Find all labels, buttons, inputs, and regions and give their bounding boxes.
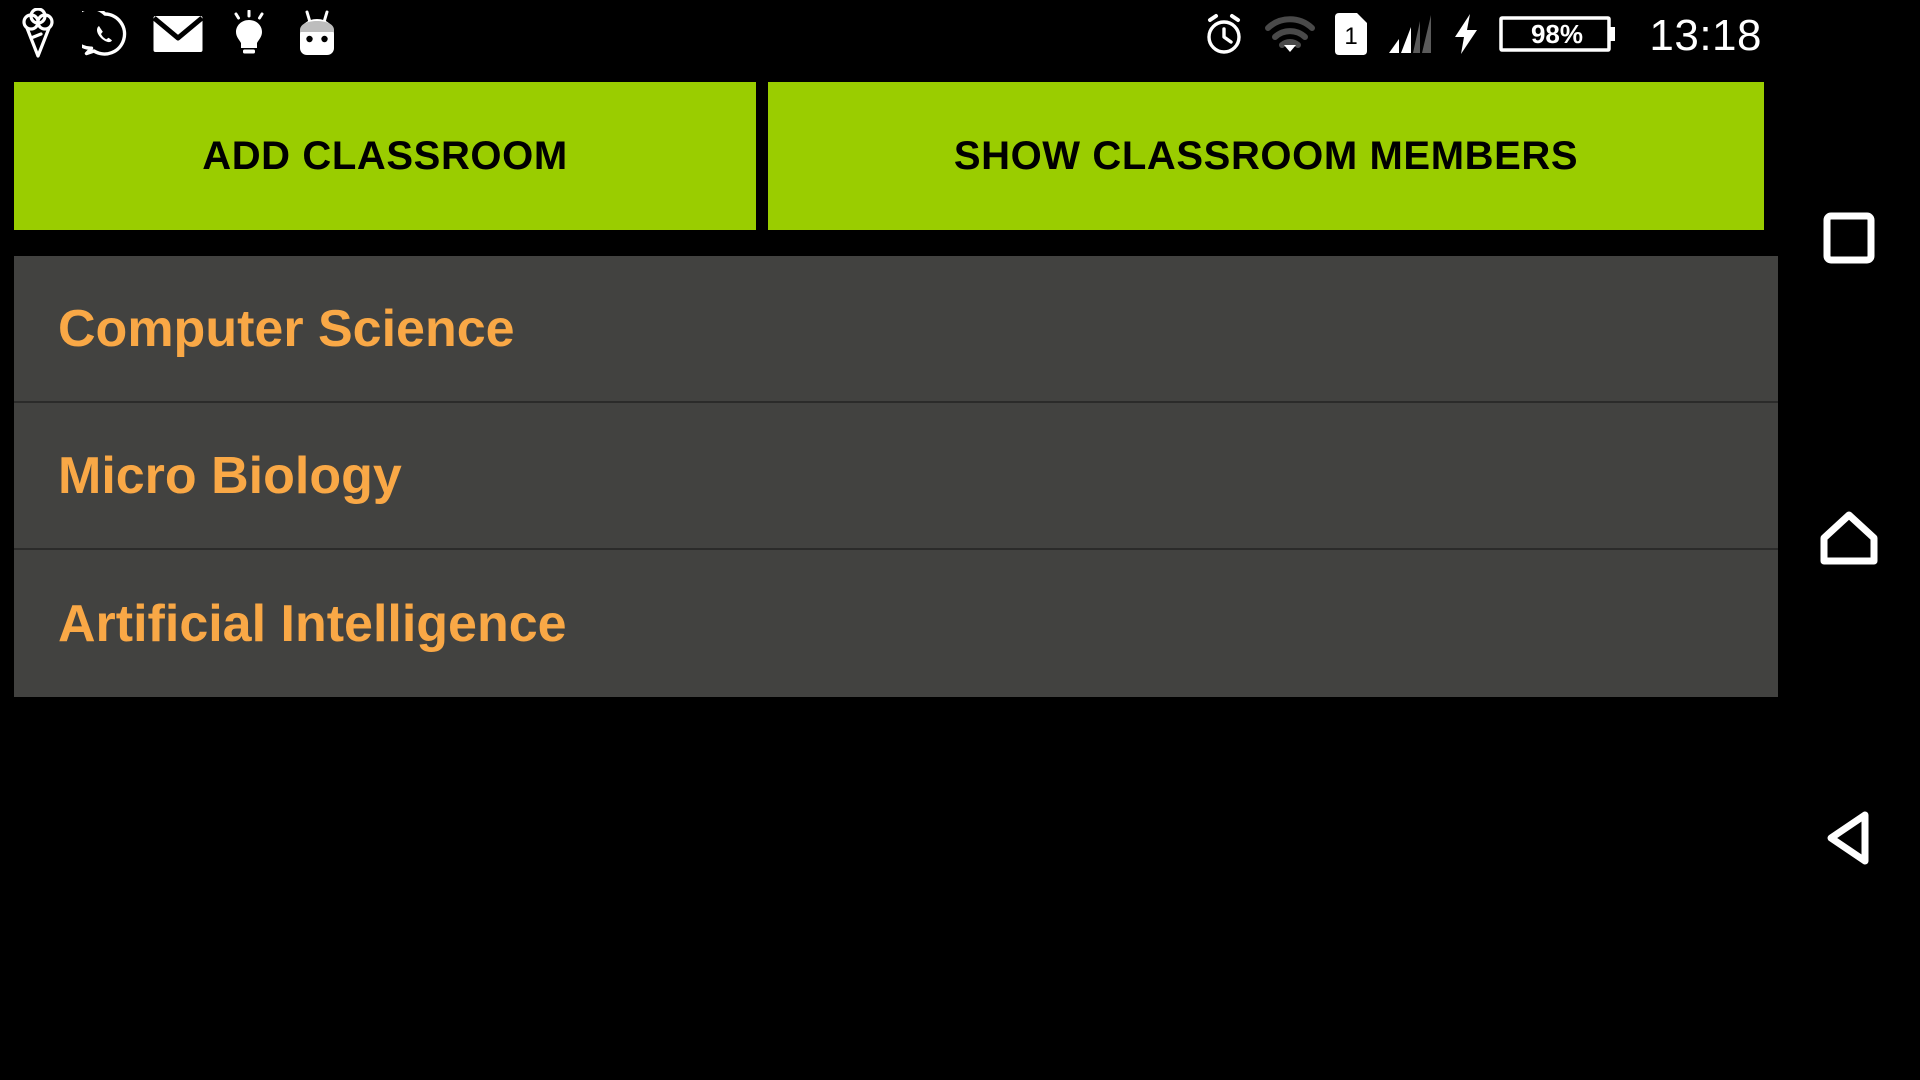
classroom-name-label: Computer Science [58,299,515,358]
action-button-row: ADD CLASSROOM SHOW CLASSROOM MEMBERS [0,82,1778,230]
show-classroom-members-button[interactable]: SHOW CLASSROOM MEMBERS [768,82,1764,230]
lightbulb-icon [228,9,270,63]
status-bar-system-icons: 1 98% 13:18 [1201,0,1762,72]
status-bar-clock: 13:18 [1649,11,1762,60]
whatsapp-icon [69,6,128,62]
recents-button[interactable] [1809,200,1889,280]
cellular-signal-icon [1387,13,1433,60]
status-bar-notifications [0,6,340,65]
email-icon [152,14,204,59]
home-button[interactable] [1809,500,1889,580]
battery-percent-label: 98% [1531,19,1583,49]
classroom-list: Computer Science Micro Biology Artificia… [14,256,1778,697]
home-icon [1819,510,1879,571]
classroom-name-label: Micro Biology [58,446,402,505]
alarm-clock-icon [1201,11,1247,62]
battery-icon: 98% [1499,12,1617,61]
sim-card-icon: 1 [1333,11,1369,62]
classroom-list-item[interactable]: Artificial Intelligence [14,550,1778,697]
sim-number-label: 1 [1345,23,1358,50]
navigation-bar [1778,0,1920,1080]
status-bar: 1 98% 13:18 [0,0,1778,72]
back-button[interactable] [1809,800,1889,880]
classroom-list-item[interactable]: Computer Science [14,256,1778,403]
charging-bolt-icon [1451,12,1481,61]
square-recents-icon [1821,210,1877,271]
ice-cream-icon [18,6,58,65]
classroom-name-label: Artificial Intelligence [58,594,567,653]
wifi-icon [1265,14,1316,59]
back-arrow-icon [1821,808,1877,873]
android-marshmallow-icon [294,10,340,63]
add-classroom-button[interactable]: ADD CLASSROOM [14,82,756,230]
phone-screen: 1 98% 13:18 ADD CLASSROOM SHOW CLASSROOM… [0,0,1778,1080]
classroom-list-item[interactable]: Micro Biology [14,403,1778,550]
